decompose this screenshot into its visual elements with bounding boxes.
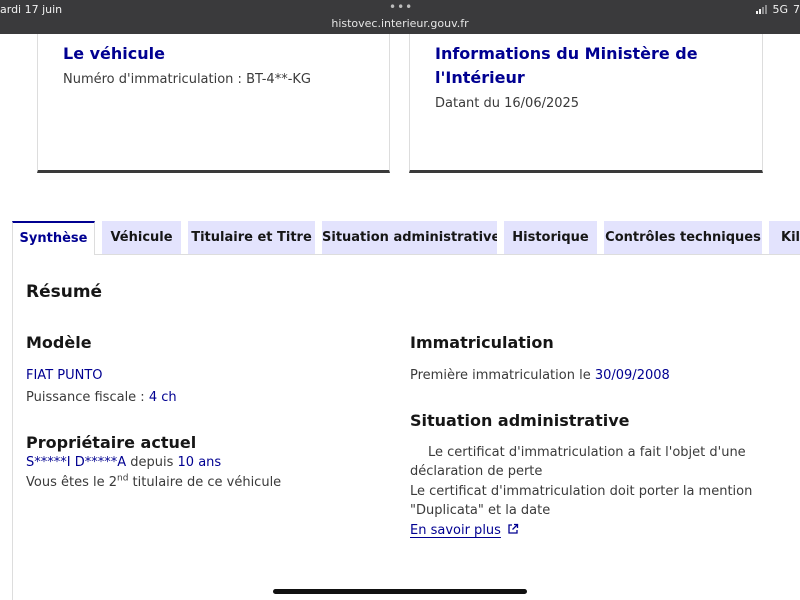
battery-level: 7 <box>793 3 800 16</box>
admin-line-4: "Duplicata" et la date <box>410 503 551 518</box>
browser-status-bar: ardi 17 juin ••• histovec.interieur.gouv… <box>0 0 800 34</box>
owner-since-label: depuis <box>126 455 178 470</box>
status-date: ardi 17 juin <box>0 3 63 16</box>
owner-heading: Propriétaire actuel <box>26 433 197 452</box>
owner-rank: Vous êtes le 2nd titulaire de ce véhicul… <box>26 473 282 490</box>
ministry-card: Informations du Ministère de l'Intérieur… <box>409 34 763 173</box>
owner-rank-prefix: Vous êtes le 2 <box>26 475 117 490</box>
tab-situation-administrative[interactable]: Situation administrative <box>322 221 497 254</box>
cellular-signal-icon <box>756 5 768 14</box>
fiscal-power: Puissance fiscale : 4 ch <box>26 390 177 405</box>
owner-name: S*****I D*****A <box>26 455 127 470</box>
model-name: FIAT PUNTO <box>26 368 103 383</box>
home-indicator[interactable] <box>273 589 527 594</box>
more-options-icon[interactable]: ••• <box>389 0 413 14</box>
tab-bar: Synthèse Véhicule Titulaire et Titre Sit… <box>0 221 800 255</box>
fiscal-power-value: 4 ch <box>148 390 177 405</box>
registration-heading: Immatriculation <box>410 333 554 352</box>
admin-situation-heading: Situation administrative <box>410 411 630 430</box>
vehicle-card: Le véhicule Numéro d'immatriculation : B… <box>37 34 390 173</box>
external-link-icon[interactable] <box>507 523 519 535</box>
admin-line-3: Le certificat d'immatriculation doit por… <box>410 484 753 499</box>
fiscal-power-label: Puissance fiscale : <box>26 390 149 405</box>
tab-controles-techniques[interactable]: Contrôles techniques <box>604 221 762 254</box>
admin-line-2: déclaration de perte <box>410 464 543 479</box>
first-registration: Première immatriculation le 30/09/2008 <box>410 368 670 383</box>
summary-heading: Résumé <box>26 282 103 302</box>
owner-since-value: 10 ans <box>177 455 222 470</box>
first-registration-label: Première immatriculation le <box>410 368 595 383</box>
registration-number: Numéro d'immatriculation : BT-4**-KG <box>63 72 311 87</box>
owner-info: S*****I D*****A depuis 10 ans <box>26 455 221 470</box>
tab-panel-left-border <box>12 254 13 600</box>
tab-panel-top-border <box>95 254 800 255</box>
tab-historique[interactable]: Historique <box>504 221 597 254</box>
tab-kilometrage[interactable]: Kil <box>769 221 800 254</box>
ministry-data-date: Datant du 16/06/2025 <box>435 96 580 111</box>
owner-rank-suffix: titulaire de ce véhicule <box>128 475 282 490</box>
tab-synthese[interactable]: Synthèse <box>12 221 95 255</box>
admin-line-1: Le certificat d'immatriculation a fait l… <box>428 445 746 460</box>
learn-more-link[interactable]: En savoir plus <box>410 523 519 538</box>
network-status: 5G 7 <box>756 3 800 16</box>
tab-vehicule[interactable]: Véhicule <box>102 221 181 254</box>
vehicle-card-title: Le véhicule <box>63 44 165 63</box>
address-bar-url[interactable]: histovec.interieur.gouv.fr <box>0 17 800 30</box>
ministry-card-title: Informations du Ministère de l'Intérieur <box>435 44 698 87</box>
model-heading: Modèle <box>26 333 92 352</box>
tab-titulaire-et-titre[interactable]: Titulaire et Titre <box>188 221 315 254</box>
owner-rank-sup: nd <box>117 473 129 484</box>
network-type: 5G <box>772 3 788 16</box>
first-registration-date: 30/09/2008 <box>594 368 670 383</box>
learn-more-label[interactable]: En savoir plus <box>410 523 501 538</box>
